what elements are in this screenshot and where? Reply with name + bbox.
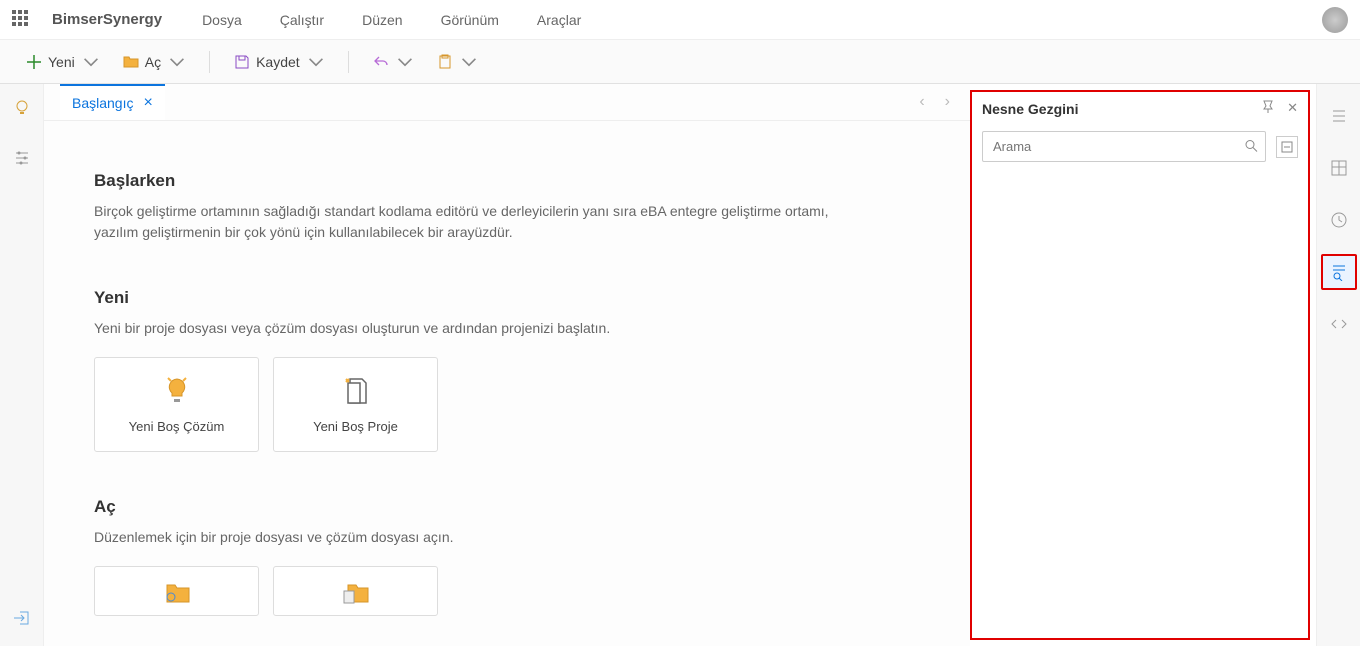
save-button[interactable]: Kaydet	[226, 50, 332, 74]
separator	[209, 51, 210, 73]
start-content: Başlarken Birçok geliştirme ortamının sa…	[44, 121, 970, 646]
top-bar: BimserSynergy Dosya Çalıştır Düzen Görün…	[0, 0, 1360, 40]
close-tab-icon[interactable]: ×	[143, 95, 152, 111]
card-label: Yeni Boş Proje	[313, 419, 398, 434]
card-label: Yeni Boş Çözüm	[129, 419, 225, 434]
folder-file-icon	[340, 577, 372, 609]
chevron-down-icon	[308, 54, 324, 70]
user-avatar[interactable]	[1322, 7, 1348, 33]
pin-icon[interactable]	[1261, 100, 1275, 117]
collapse-all-button[interactable]	[1276, 136, 1298, 158]
login-icon[interactable]	[12, 608, 32, 628]
main-menu: Dosya Çalıştır Düzen Görünüm Araçlar	[202, 12, 581, 28]
new-project-card[interactable]: Yeni Boş Proje	[273, 357, 438, 452]
undo-button[interactable]	[365, 50, 421, 74]
app-launcher-icon[interactable]	[12, 10, 32, 30]
object-search-input[interactable]	[982, 131, 1266, 162]
menu-tools[interactable]: Araçlar	[537, 12, 581, 28]
getting-started-desc: Birçok geliştirme ortamının sağladığı st…	[94, 201, 854, 243]
folder-icon	[123, 54, 139, 70]
search-input-wrap	[982, 131, 1266, 162]
tab-label: Başlangıç	[72, 95, 133, 111]
tab-nav: ‹ ›	[919, 93, 970, 111]
open-button[interactable]: Aç	[115, 50, 193, 74]
close-icon[interactable]: ✕	[1287, 100, 1298, 117]
tab-prev-icon[interactable]: ‹	[919, 93, 924, 111]
new-cards: Yeni Boş Çözüm Yeni Boş Proje	[94, 357, 920, 452]
object-explorer-title: Nesne Gezgini	[982, 101, 1078, 117]
chevron-down-icon	[169, 54, 185, 70]
new-button-label: Yeni	[48, 54, 75, 70]
new-title: Yeni	[94, 288, 920, 308]
menu-edit[interactable]: Düzen	[362, 12, 402, 28]
save-icon	[234, 54, 250, 70]
main-area: Başlangıç × ‹ › Başlarken Birçok gelişti…	[44, 84, 970, 646]
open-button-label: Aç	[145, 54, 161, 70]
open-cards	[94, 566, 920, 616]
undo-icon	[373, 54, 389, 70]
clipboard-button[interactable]	[429, 50, 485, 74]
object-explorer-panel: Nesne Gezgini ✕	[970, 90, 1310, 640]
save-button-label: Kaydet	[256, 54, 300, 70]
search-row	[972, 125, 1308, 168]
chevron-down-icon	[461, 54, 477, 70]
history-icon[interactable]	[1321, 202, 1357, 238]
getting-started-title: Başlarken	[94, 171, 920, 191]
object-explorer-icon[interactable]	[1321, 254, 1357, 290]
open-desc: Düzenlemek için bir proje dosyası ve çöz…	[94, 527, 854, 548]
menu-run[interactable]: Çalıştır	[280, 12, 324, 28]
folder-bulb-icon	[161, 577, 193, 609]
menu-view[interactable]: Görünüm	[441, 12, 499, 28]
new-file-icon	[340, 375, 372, 407]
toolbar: Yeni Aç Kaydet	[0, 40, 1360, 84]
app-name: BimserSynergy	[52, 11, 162, 28]
lightbulb-icon	[161, 375, 193, 407]
new-solution-card[interactable]: Yeni Boş Çözüm	[94, 357, 259, 452]
new-button[interactable]: Yeni	[18, 50, 107, 74]
tabs-row: Başlangıç × ‹ ›	[44, 84, 970, 121]
open-solution-card[interactable]	[94, 566, 259, 616]
chevron-down-icon	[397, 54, 413, 70]
new-desc: Yeni bir proje dosyası veya çözüm dosyas…	[94, 318, 854, 339]
tab-next-icon[interactable]: ›	[945, 93, 950, 111]
object-explorer-header: Nesne Gezgini ✕	[972, 92, 1308, 125]
code-icon[interactable]	[1321, 306, 1357, 342]
open-title: Aç	[94, 497, 920, 517]
tab-start[interactable]: Başlangıç ×	[60, 84, 165, 120]
sliders-icon[interactable]	[12, 148, 32, 168]
chevron-down-icon	[83, 54, 99, 70]
clipboard-icon	[437, 54, 453, 70]
left-tool-strip	[0, 84, 44, 646]
open-project-card[interactable]	[273, 566, 438, 616]
lightbulb-icon[interactable]	[12, 98, 32, 118]
properties-icon[interactable]	[1321, 98, 1357, 134]
right-tool-strip	[1316, 84, 1360, 646]
workspace: Başlangıç × ‹ › Başlarken Birçok gelişti…	[0, 84, 1360, 646]
table-icon[interactable]	[1321, 150, 1357, 186]
menu-file[interactable]: Dosya	[202, 12, 242, 28]
separator	[348, 51, 349, 73]
plus-icon	[26, 54, 42, 70]
